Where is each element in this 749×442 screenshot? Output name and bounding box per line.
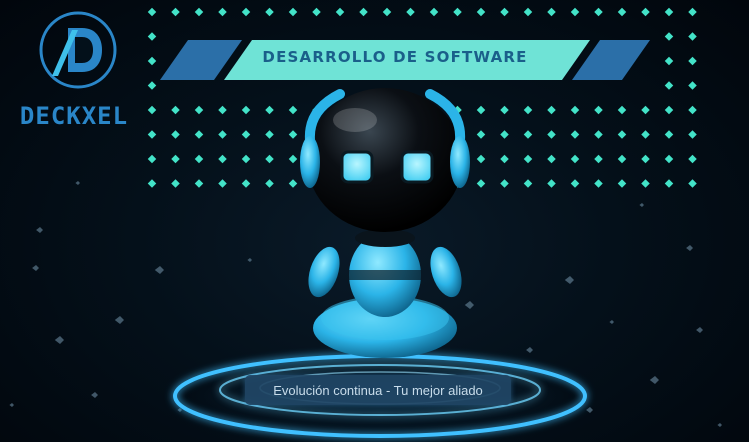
floating-particle bbox=[75, 181, 80, 185]
floating-particle bbox=[114, 316, 124, 324]
floating-particle bbox=[639, 203, 644, 207]
floating-particle bbox=[649, 376, 659, 384]
floating-particle bbox=[609, 320, 614, 324]
floating-particle bbox=[54, 336, 64, 344]
floating-particle bbox=[686, 245, 693, 251]
floating-particle bbox=[247, 258, 252, 262]
floating-particle bbox=[564, 276, 574, 284]
floating-particle bbox=[91, 392, 98, 398]
floating-particle bbox=[154, 266, 164, 274]
floating-particle bbox=[696, 327, 703, 333]
hero-banner: DECKXEL DESARROLLO DE SOFTWARE Evolución… bbox=[0, 0, 749, 442]
brand-logo: DECKXEL bbox=[10, 8, 138, 133]
banner-title: DESARROLLO DE SOFTWARE bbox=[262, 48, 528, 66]
floating-particle bbox=[717, 423, 722, 427]
floating-particle bbox=[36, 227, 43, 233]
robot-mascot-illustration bbox=[300, 88, 470, 358]
floating-particle bbox=[32, 265, 39, 271]
deckxel-logo-icon bbox=[39, 11, 117, 89]
brand-name: DECKXEL bbox=[19, 102, 129, 130]
floating-particle bbox=[9, 403, 14, 407]
tagline-pill: Evolución continua - Tu mejor aliado bbox=[245, 375, 511, 405]
